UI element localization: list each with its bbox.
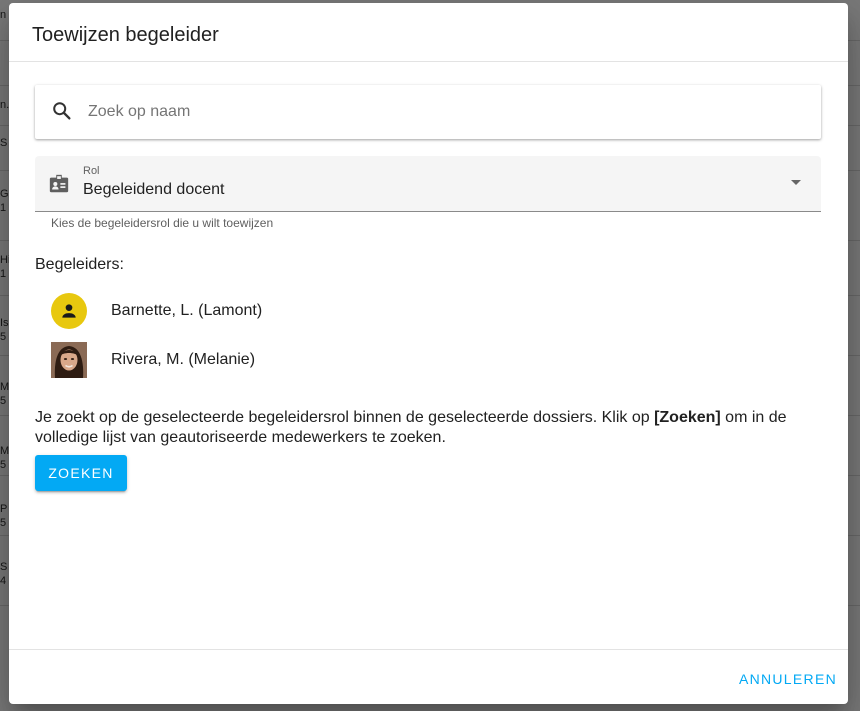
search-input[interactable]: [88, 99, 788, 125]
role-select[interactable]: Rol Begeleidend docent: [35, 156, 821, 212]
photo-avatar: [51, 342, 87, 378]
person-avatar-icon: [51, 293, 87, 329]
search-box[interactable]: [35, 85, 821, 139]
coach-list-item: Barnette, L. (Lamont): [51, 293, 451, 329]
coach-list-item: Rivera, M. (Melanie): [51, 342, 451, 378]
role-select-hint: Kies de begeleidersrol die u wilt toewij…: [51, 216, 274, 230]
info-text-part: Je zoekt op de geselecteerde begeleiders…: [35, 409, 655, 426]
zoeken-button[interactable]: ZOEKEN: [35, 455, 127, 491]
assign-coach-dialog: Toewijzen begeleider Rol Begeleidend doc…: [9, 3, 848, 704]
coaches-label: Begeleiders:: [35, 256, 124, 273]
role-select-value: Begeleidend docent: [83, 181, 225, 198]
footer-divider: [9, 649, 848, 650]
title-divider: [9, 61, 848, 62]
info-text: Je zoekt op de geselecteerde begeleiders…: [35, 408, 825, 448]
search-icon: [51, 100, 73, 122]
badge-icon: [48, 173, 70, 195]
role-select-label: Rol: [83, 165, 100, 177]
dropdown-arrow-icon[interactable]: [791, 180, 801, 185]
coach-name: Barnette, L. (Lamont): [111, 302, 263, 319]
dialog-title: Toewijzen begeleider: [32, 24, 219, 46]
coach-name: Rivera, M. (Melanie): [111, 351, 256, 368]
info-text-zoeken-reference: [Zoeken]: [654, 409, 721, 426]
cancel-button[interactable]: ANNULEREN: [731, 661, 837, 697]
